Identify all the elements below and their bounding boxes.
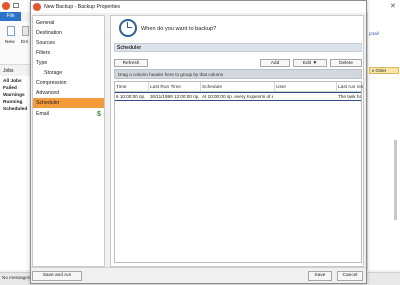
new-button-label[interactable]: New	[5, 40, 15, 45]
edit-button-label: Edit	[302, 61, 312, 66]
scrollbar[interactable]	[394, 140, 397, 220]
column-header-last-run-result[interactable]: Last run res	[338, 85, 363, 90]
cell-time: 6 10:00:00 пр.	[116, 94, 146, 99]
nav-item-advanced[interactable]: Advanced	[36, 90, 59, 96]
sidebar-item-scheduled[interactable]: Scheduled	[3, 107, 27, 112]
sidebar-item-warnings[interactable]: Warnings	[3, 93, 25, 98]
save-button[interactable]: Save	[308, 271, 332, 281]
dollar-icon: $	[97, 111, 101, 118]
nav-item-destination[interactable]: Destination	[36, 30, 62, 36]
schedule-grid	[114, 81, 362, 263]
edit-button[interactable]: Edit ▼	[293, 59, 327, 67]
sidebar-item-failed[interactable]: Failed	[3, 86, 17, 91]
column-header-user[interactable]: User	[276, 85, 286, 90]
nav-item-storage[interactable]: Storage	[44, 70, 62, 76]
jobs-sidebar	[0, 76, 31, 270]
nav-item-email[interactable]: Email	[36, 111, 49, 117]
nav-item-scheduler[interactable]: Scheduler	[36, 100, 59, 106]
page-question: When do you want to backup?	[141, 26, 217, 32]
cancel-button[interactable]: Cancel	[337, 271, 363, 281]
clock-minute-hand	[127, 27, 132, 29]
background-right-link[interactable]: p4all	[369, 31, 379, 36]
dialog-title: New Backup - Backup Properties	[44, 4, 121, 10]
dialog-logo-icon	[33, 3, 41, 11]
column-header-schedule[interactable]: Schedule	[202, 85, 222, 90]
cell-last-run-time: 30/11/1999 12:00:00 пр.	[150, 94, 199, 99]
nav-item-sources[interactable]: Sources	[36, 40, 55, 46]
sidebar-item-running[interactable]: Running	[3, 100, 22, 105]
email-button-label[interactable]: Em	[21, 40, 28, 45]
section-title: Scheduler	[117, 45, 142, 51]
status-text: No messages	[2, 275, 31, 280]
order-button[interactable]: e Order	[369, 67, 399, 74]
app-logo-icon	[2, 2, 10, 10]
refresh-button[interactable]: Refresh	[114, 59, 148, 67]
quick-access-icon[interactable]	[13, 3, 19, 8]
file-tab[interactable]: File	[0, 12, 21, 21]
add-button[interactable]: Add	[260, 59, 290, 67]
email-icon[interactable]	[22, 26, 29, 36]
nav-item-filters[interactable]: Filters	[36, 50, 50, 56]
nav-item-compression[interactable]: Compression	[36, 80, 67, 86]
new-document-icon[interactable]	[7, 26, 15, 36]
group-by-hint: Drag a column header here to group by th…	[118, 72, 224, 77]
cell-schedule: At 10:00:00 пр. every Kupenrni of ev Joh…	[202, 94, 273, 99]
column-header-time[interactable]: Time	[116, 85, 126, 90]
section-header	[114, 43, 362, 52]
nav-item-general[interactable]: General	[36, 20, 54, 26]
jobs-header: Jobs	[3, 68, 14, 74]
nav-item-type[interactable]: Type	[36, 60, 47, 66]
cell-last-run-result: The task ha	[338, 94, 361, 99]
save-and-run-button[interactable]: Save and run	[32, 271, 82, 281]
footer-divider	[31, 267, 366, 268]
delete-button[interactable]: Delete	[330, 59, 362, 67]
close-icon[interactable]: ✕	[390, 2, 396, 10]
chevron-down-icon: ▼	[312, 61, 318, 66]
sidebar-item-all-jobs[interactable]: All Jobs	[3, 79, 22, 84]
column-header-last-run-time[interactable]: Last Run Time	[150, 85, 181, 90]
